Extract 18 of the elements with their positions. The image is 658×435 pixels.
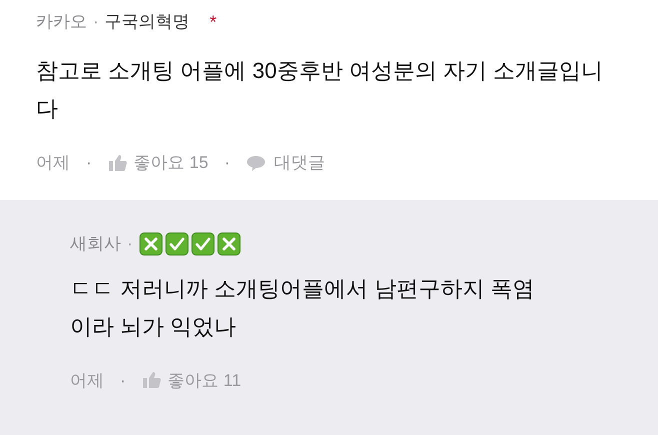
author-name: 새회사 <box>70 232 121 255</box>
separator-dot: · <box>120 370 126 392</box>
separator-dot: · <box>127 232 133 255</box>
author-name: 구국의혁명 <box>104 11 190 34</box>
separator-dot: · <box>93 11 99 34</box>
thumbs-up-icon[interactable] <box>108 152 128 173</box>
thumbs-up-icon[interactable] <box>142 370 162 390</box>
comment-text: 참고로 소개팅 어플에 30중후반 여성분의 자기 소개글입니다 <box>36 57 604 123</box>
source-label: 카카오 <box>36 11 87 34</box>
separator-dot: · <box>86 152 92 174</box>
like-button[interactable]: 좋아요 11 <box>142 368 242 393</box>
timestamp: 어제 <box>70 370 104 392</box>
timestamp: 어제 <box>36 152 70 174</box>
separator-dot: · <box>224 152 230 174</box>
reply-button[interactable]: 대댓글 <box>246 150 325 176</box>
required-mark: * <box>210 10 217 34</box>
comment-text: ㄷㄷ 저러니까 소개팅어플에서 남편구하지 폭염이라 뇌가 익었나 <box>70 274 536 340</box>
like-button[interactable]: 좋아요 15 <box>108 150 208 176</box>
